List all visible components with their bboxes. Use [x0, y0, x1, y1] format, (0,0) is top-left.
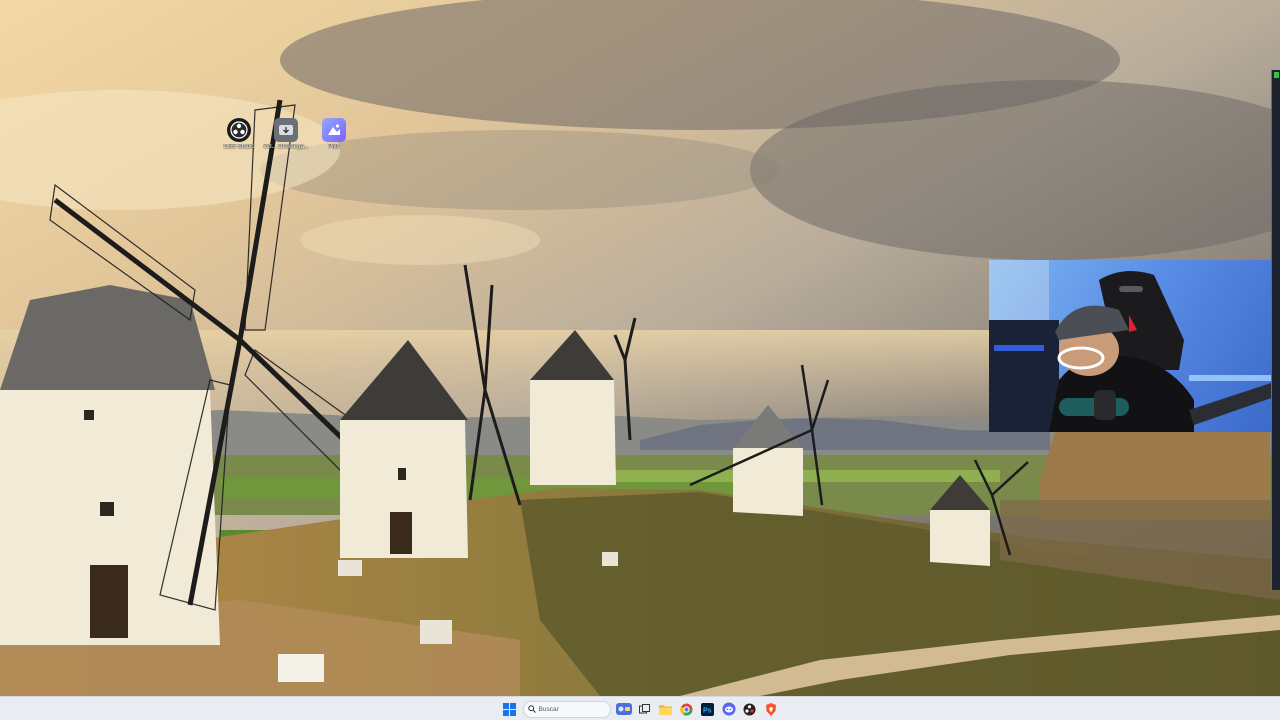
desktop-icon-label: Vid... Descarga...: [263, 144, 309, 150]
photoshop-icon[interactable]: Ps: [700, 701, 716, 717]
discord-icon[interactable]: [721, 701, 737, 717]
desktop-icon-downloader[interactable]: Vid... Descarga...: [260, 118, 312, 151]
desktop-icon-label: Pixlr: [328, 144, 340, 150]
desktop-icon-pixlr[interactable]: Pixlr: [308, 118, 360, 151]
webcam-overlay: [989, 260, 1280, 432]
downloader-icon: [274, 118, 298, 142]
file-explorer-icon[interactable]: [658, 701, 674, 717]
chrome-icon[interactable]: [679, 701, 695, 717]
window-status-indicator: [1274, 72, 1279, 78]
windows-start-icon[interactable]: [502, 701, 518, 717]
search-placeholder: Buscar: [538, 705, 559, 713]
desktop-icon-obs-studio[interactable]: OBS Studio: [213, 118, 265, 151]
desktop-icon-label: OBS Studio: [223, 144, 255, 150]
obs-taskbar-icon[interactable]: [742, 701, 758, 717]
taskbar-search-box[interactable]: Buscar: [522, 700, 611, 718]
obs-icon: [227, 118, 251, 142]
search-icon: [527, 705, 536, 713]
taskbar: Buscar Ps: [0, 696, 1280, 720]
svg-text:Ps: Ps: [703, 707, 712, 714]
webcam-feed: [989, 260, 1280, 432]
task-view-icon[interactable]: [637, 701, 653, 717]
pixlr-icon: [322, 118, 346, 142]
offscreen-window-edge[interactable]: [1271, 70, 1280, 590]
widgets-icon[interactable]: [615, 701, 632, 717]
brave-icon[interactable]: [763, 701, 779, 717]
